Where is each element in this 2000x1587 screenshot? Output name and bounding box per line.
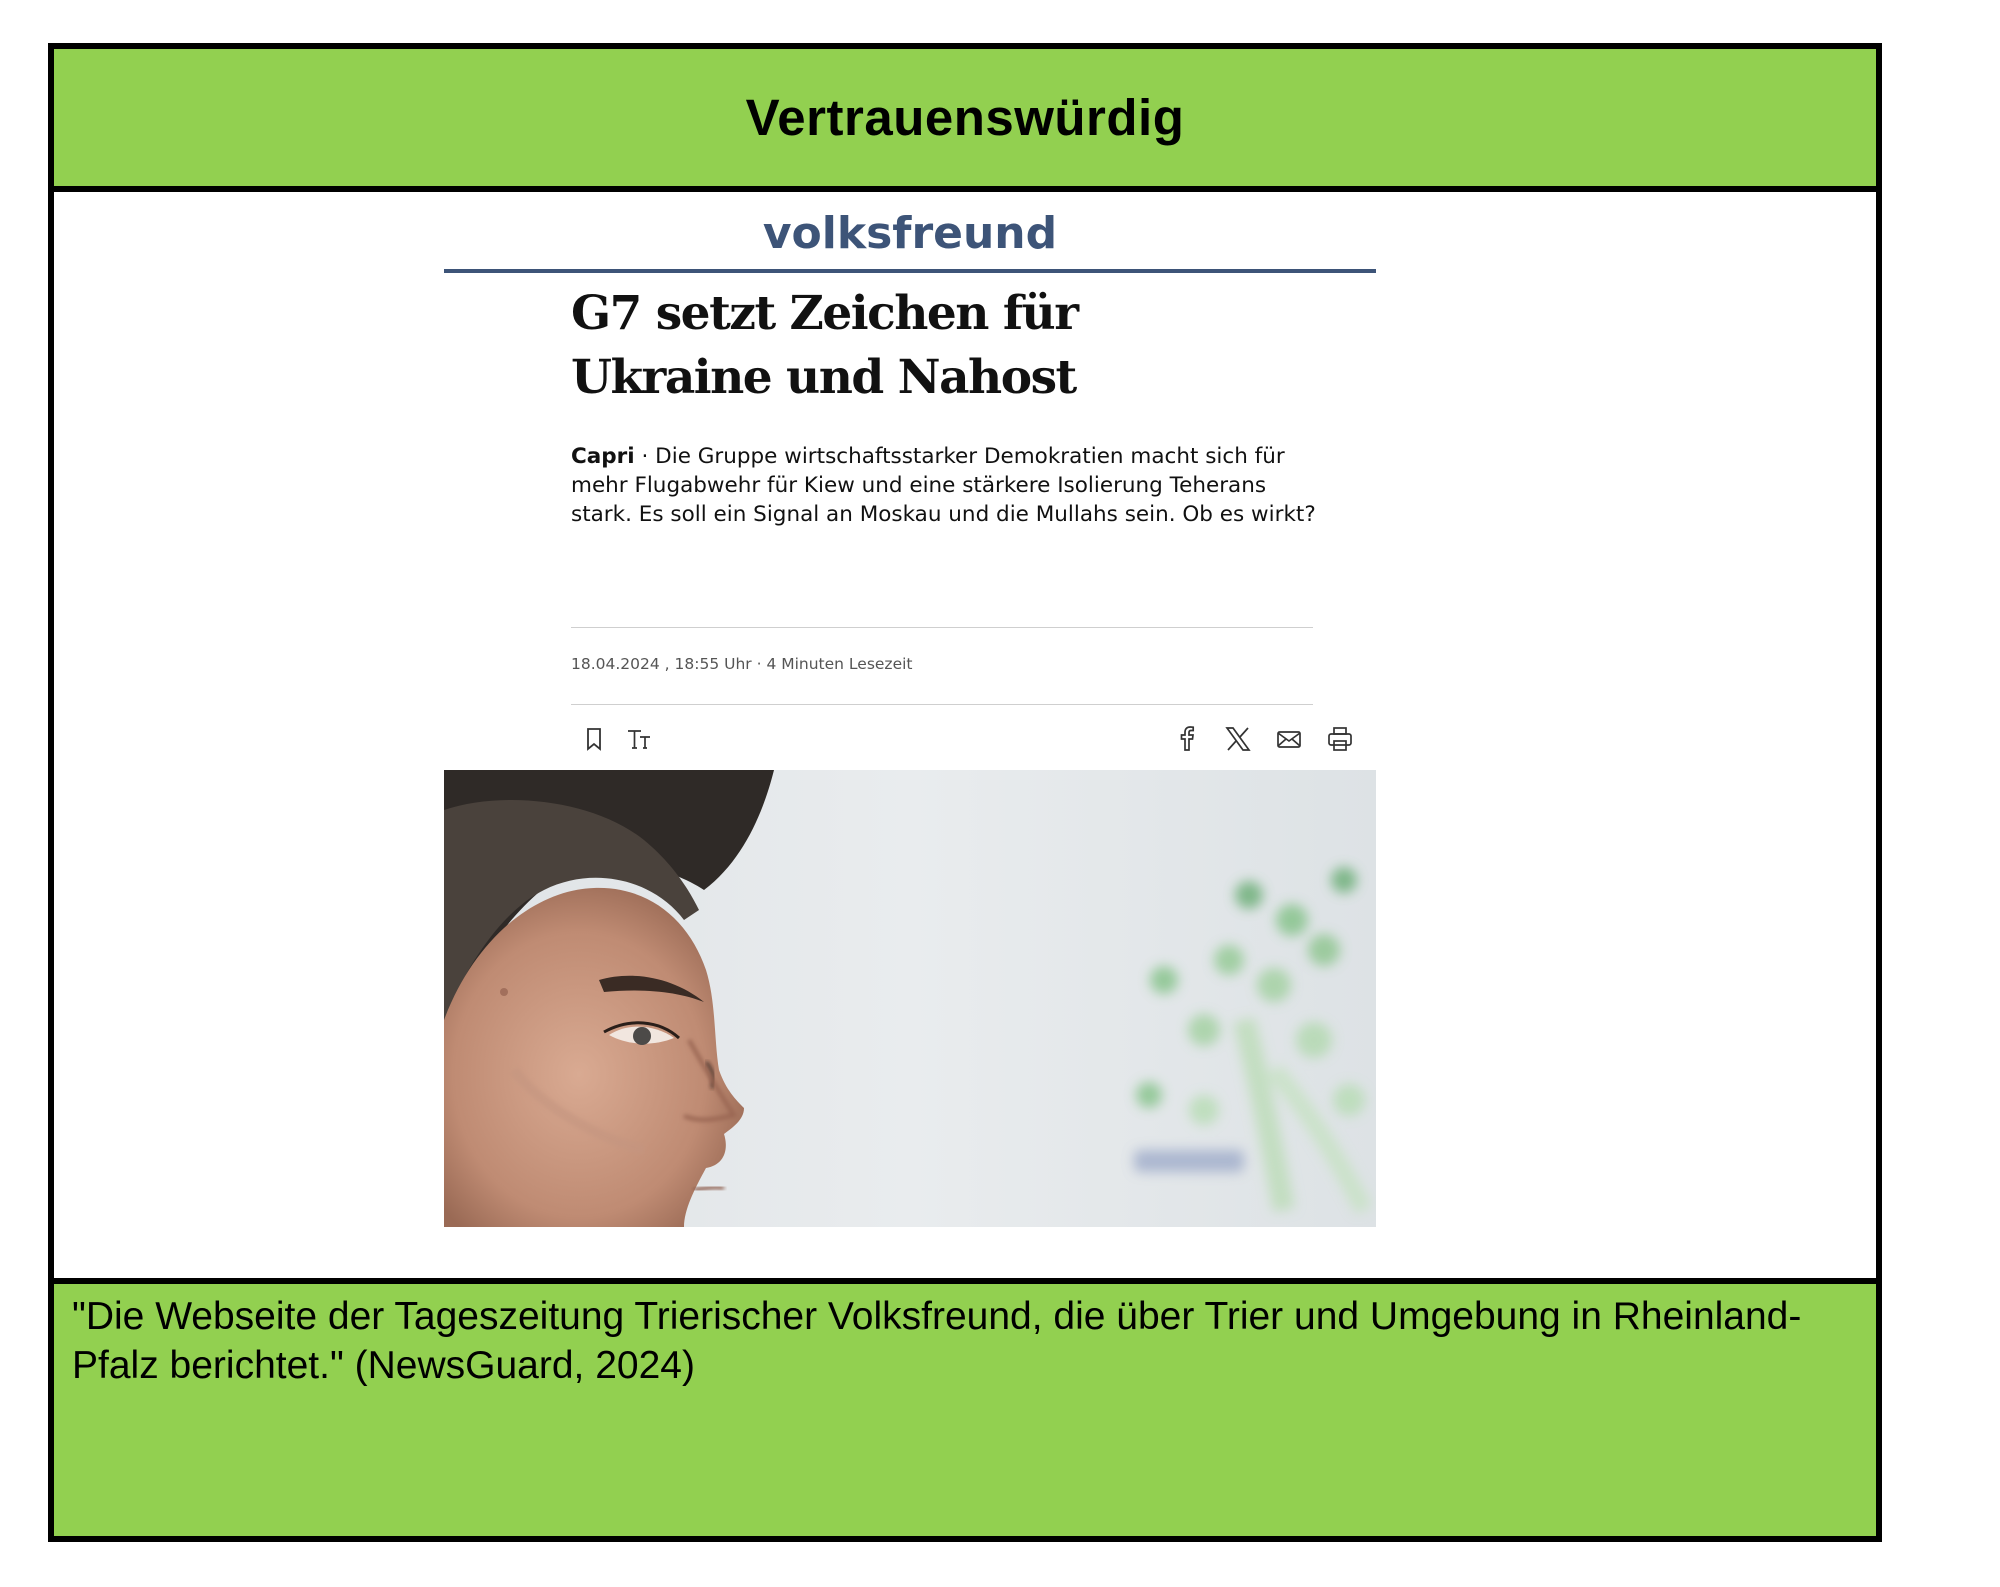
article-photo <box>444 770 1376 1227</box>
dateline: Capri <box>571 444 635 469</box>
facebook-icon[interactable] <box>1170 722 1204 756</box>
divider-top <box>571 627 1313 628</box>
rating-title: Vertrauenswürdig <box>745 89 1185 146</box>
bookmark-icon[interactable] <box>577 722 611 756</box>
footer-band: "Die Webseite der Tageszeitung Trierisch… <box>54 1278 1876 1536</box>
article-meta: 18.04.2024 , 18:55 Uhr · 4 Minuten Lesez… <box>571 655 913 673</box>
teaser-text: Die Gruppe wirtschaftsstarker Demokratie… <box>571 444 1316 527</box>
article-teaser: Capri · Die Gruppe wirtschaftsstarker De… <box>571 442 1331 529</box>
text-size-icon[interactable] <box>622 722 656 756</box>
article-headline: G7 setzt Zeichen für Ukraine und Nahost <box>571 286 1079 405</box>
dateline-separator: · <box>634 444 656 469</box>
brand-logo[interactable]: volksfreund <box>444 208 1376 259</box>
source-quote: "Die Webseite der Tageszeitung Trierisch… <box>72 1295 1802 1387</box>
divider-bottom <box>571 704 1313 705</box>
article-screenshot: volksfreund G7 setzt Zeichen für Ukraine… <box>444 164 1376 1227</box>
x-icon[interactable] <box>1221 722 1255 756</box>
photo-illustration <box>444 770 1376 1227</box>
brand-rule <box>444 269 1376 273</box>
print-icon[interactable] <box>1323 722 1357 756</box>
mail-icon[interactable] <box>1272 722 1306 756</box>
